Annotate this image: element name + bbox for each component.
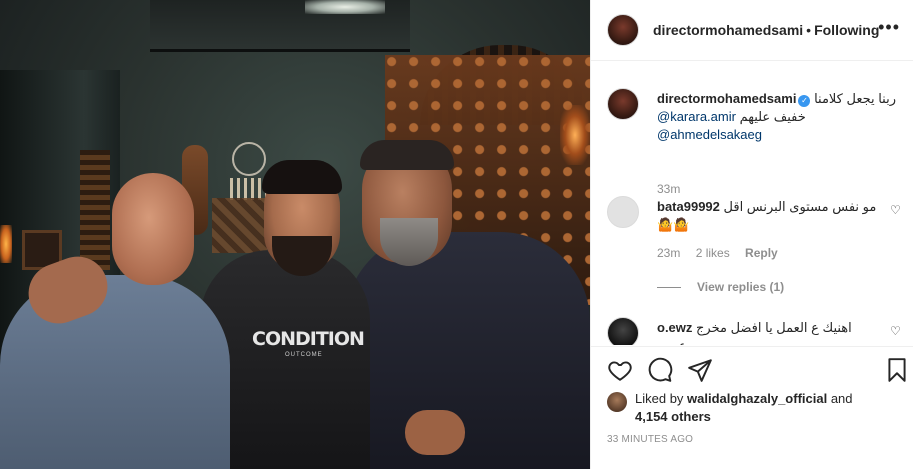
- person-right-hair: [360, 140, 454, 170]
- wooden-screen-left: [80, 150, 110, 270]
- warm-lamp: [560, 105, 590, 165]
- reply-button[interactable]: Reply: [745, 246, 778, 260]
- following-button[interactable]: Following: [814, 22, 879, 38]
- verified-badge-icon: ✓: [798, 95, 811, 107]
- like-heart-icon[interactable]: [607, 357, 633, 383]
- view-replies-line: [657, 286, 681, 288]
- caption-arabic-2: خفيف عليهم: [739, 109, 806, 124]
- comment-meta: 23m 2 likes Reply: [657, 246, 790, 260]
- person-left-head: [112, 173, 194, 285]
- ceiling-light: [305, 0, 385, 14]
- likes-conj: and: [830, 391, 853, 406]
- avatar[interactable]: [607, 196, 639, 228]
- likes-others-link[interactable]: 4,154 others: [635, 409, 711, 424]
- comment-body: مو نفس مستوى البرنس اقل: [723, 199, 877, 214]
- comment-emoji: 🤷🤷: [657, 217, 690, 232]
- comment-text: bata99992 مو نفس مستوى البرنس اقل 🤷🤷: [657, 198, 877, 234]
- caption-time[interactable]: 33m: [657, 182, 680, 196]
- post-photo[interactable]: CONDITION OUTCOME: [0, 0, 590, 469]
- wall-lamp: [0, 225, 12, 263]
- header-username[interactable]: directormohamedsami: [653, 22, 803, 38]
- likes-user-link[interactable]: walidalghazaly_official: [687, 391, 827, 406]
- heart-icon[interactable]: ♡: [890, 204, 902, 216]
- post-header: directormohamedsami • Following •••: [591, 0, 913, 61]
- more-horizontal-icon[interactable]: •••: [878, 18, 900, 36]
- likes-prefix: Liked by: [635, 391, 684, 406]
- action-bar: [591, 346, 913, 391]
- view-replies-label: View replies (1): [697, 280, 785, 294]
- comment-username[interactable]: o.ewz: [657, 320, 692, 335]
- mention-link[interactable]: @karara.amir: [657, 109, 736, 124]
- dreamcatcher-decoration: [232, 142, 266, 176]
- comment-time[interactable]: 23m: [657, 246, 680, 260]
- post-timestamp[interactable]: 33 MINUTES AGO: [607, 434, 693, 445]
- avatar[interactable]: [607, 317, 639, 345]
- post-sidebar: directormohamedsami • Following ••• dire…: [590, 0, 913, 469]
- shirt-print-subtext: OUTCOME: [285, 352, 323, 358]
- caption-text: directormohamedsami ✓ ربنا يجعل كلامنا @k…: [657, 90, 907, 144]
- person-right-hand: [405, 410, 465, 455]
- share-icon[interactable]: [687, 357, 713, 383]
- person-right-body: [345, 232, 590, 469]
- caption-username[interactable]: directormohamedsami: [657, 91, 796, 106]
- comment-icon[interactable]: [647, 357, 673, 383]
- wall-tapestry: [212, 198, 267, 253]
- likes-text: Liked by walidalghazaly_official and 4,1…: [635, 390, 905, 426]
- avatar[interactable]: [607, 392, 627, 412]
- comment-likes[interactable]: 2 likes: [696, 246, 730, 260]
- heart-icon[interactable]: ♡: [890, 325, 902, 337]
- person-center-hair: [262, 160, 342, 194]
- comments-list[interactable]: directormohamedsami ✓ ربنا يجعل كلامنا @k…: [591, 62, 913, 345]
- header-separator: •: [806, 22, 812, 38]
- bookmark-icon[interactable]: [884, 357, 910, 383]
- avatar[interactable]: [607, 88, 639, 120]
- view-replies-button[interactable]: View replies (1): [657, 280, 784, 294]
- caption-arabic-1: ربنا يجعل كلامنا: [814, 91, 896, 106]
- avatar[interactable]: [607, 14, 639, 46]
- comment-text: o.ewz اهنيك ع العمل يا افضل مخرج عربي 👏👏: [657, 319, 877, 345]
- mention-link[interactable]: @ahmedelsakaeg: [657, 127, 762, 142]
- comment-username[interactable]: bata99992: [657, 199, 720, 214]
